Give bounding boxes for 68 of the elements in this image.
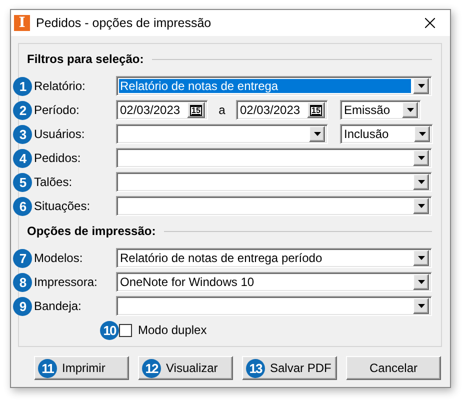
app-icon: I bbox=[14, 15, 30, 31]
field-label: Usuários: bbox=[34, 127, 85, 141]
caret-icon bbox=[418, 84, 424, 88]
caret-icon bbox=[418, 132, 426, 136]
dropdown-field[interactable]: Inclusão bbox=[340, 124, 433, 144]
dialog-button[interactable]: Cancelar bbox=[346, 356, 441, 380]
dropdown-button[interactable] bbox=[413, 298, 429, 314]
number-badge: 10 bbox=[100, 320, 119, 340]
caret-icon bbox=[314, 132, 320, 136]
number-badge: 4 bbox=[13, 148, 32, 168]
date-field[interactable]: 02/03/2023 15 bbox=[116, 100, 208, 120]
dropdown-button[interactable] bbox=[413, 198, 429, 214]
dropdown-button[interactable] bbox=[402, 102, 418, 118]
field-label: Situações: bbox=[34, 199, 90, 213]
dialog-button[interactable]: 11 Imprimir bbox=[34, 356, 129, 380]
dropdown-button[interactable] bbox=[413, 274, 429, 290]
checkbox-label: Modo duplex bbox=[138, 323, 207, 337]
caret-icon bbox=[418, 156, 424, 160]
dropdown-button[interactable] bbox=[413, 150, 429, 166]
number-badge: 5 bbox=[13, 172, 32, 192]
dropdown-button[interactable] bbox=[309, 126, 325, 142]
window-title: Pedidos - opções de impressão bbox=[36, 16, 212, 30]
dropdown-field[interactable] bbox=[116, 196, 432, 216]
caret-icon bbox=[418, 256, 424, 260]
dropdown-button[interactable] bbox=[413, 250, 429, 266]
field-label: Modelos: bbox=[34, 251, 83, 265]
number-badge: 8 bbox=[13, 272, 32, 292]
range-separator: a bbox=[218, 103, 226, 117]
dropdown-field[interactable] bbox=[116, 148, 432, 168]
number-badge: 6 bbox=[13, 196, 32, 216]
caret-icon bbox=[418, 280, 424, 284]
dropdown-button[interactable] bbox=[414, 126, 430, 142]
dropdown-field[interactable]: Relatório de notas de entrega período bbox=[116, 248, 432, 268]
number-badge: 12 bbox=[142, 358, 161, 378]
caret-icon bbox=[406, 108, 414, 112]
section-heading: Opções de impressão: bbox=[27, 224, 156, 238]
field-label: Impressora: bbox=[34, 275, 98, 289]
dropdown-button[interactable] bbox=[413, 174, 429, 190]
number-badge: 9 bbox=[13, 296, 32, 316]
field-label: Período: bbox=[34, 103, 80, 117]
dialog-button[interactable]: 12 Visualizar bbox=[138, 356, 233, 380]
number-badge: 3 bbox=[13, 124, 32, 144]
dropdown-field[interactable]: Relatório de notas de entrega bbox=[116, 76, 432, 96]
calendar-button[interactable]: 15 bbox=[187, 102, 205, 118]
dialog-button[interactable]: 13 Salvar PDF bbox=[242, 356, 337, 380]
dropdown-button[interactable] bbox=[413, 78, 429, 94]
field-label: Pedidos: bbox=[34, 151, 81, 165]
checkbox[interactable] bbox=[119, 324, 132, 336]
dropdown-field[interactable]: Emissão bbox=[340, 100, 421, 120]
number-badge: 2 bbox=[13, 100, 32, 120]
field-label: Bandeja: bbox=[34, 299, 82, 313]
dropdown-field[interactable] bbox=[116, 172, 432, 192]
field-label: Talões: bbox=[34, 175, 72, 189]
caret-icon bbox=[418, 304, 424, 308]
dropdown-field[interactable]: OneNote for Windows 10 bbox=[116, 272, 432, 292]
number-badge: 13 bbox=[246, 358, 265, 378]
date-field[interactable]: 02/03/2023 15 bbox=[236, 100, 328, 120]
dropdown-field[interactable] bbox=[116, 296, 432, 316]
field-label: Relatório: bbox=[34, 79, 86, 93]
number-badge: 7 bbox=[13, 248, 32, 268]
section-heading: Filtros para seleção: bbox=[27, 52, 144, 66]
number-badge: 11 bbox=[38, 358, 57, 378]
caret-icon bbox=[418, 180, 424, 184]
number-badge: 1 bbox=[13, 76, 32, 96]
close-icon bbox=[425, 18, 435, 28]
dropdown-field[interactable] bbox=[116, 124, 328, 144]
caret-icon bbox=[418, 204, 424, 208]
calendar-button[interactable]: 15 bbox=[307, 102, 325, 118]
